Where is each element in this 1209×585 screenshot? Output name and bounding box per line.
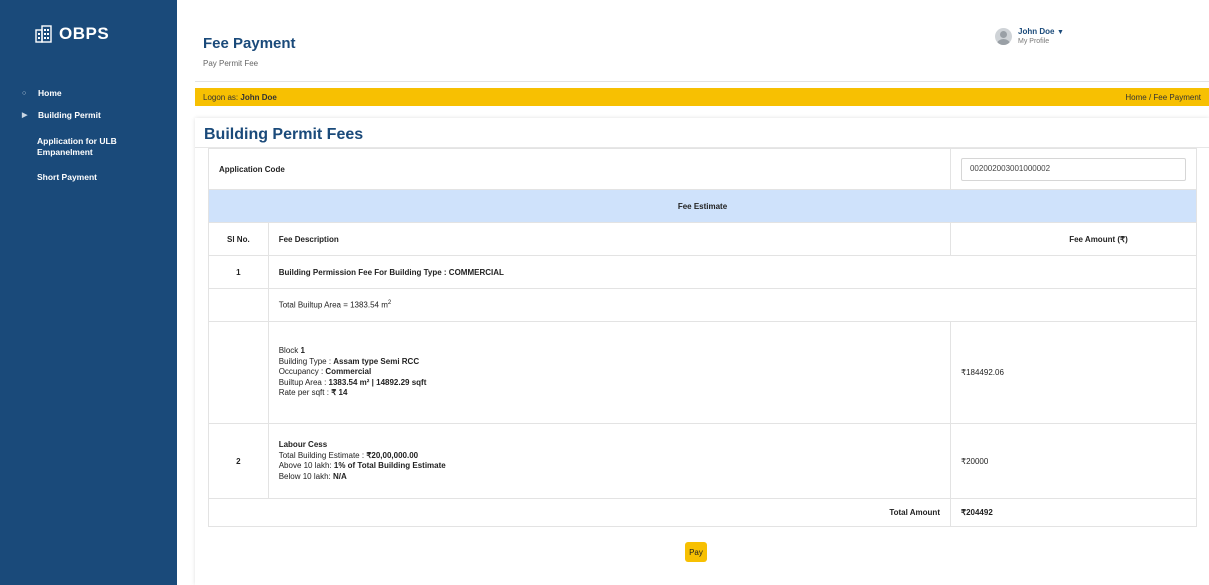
labour-cess-title: Labour Cess xyxy=(278,440,328,449)
builtup-value: 1383.54 m² | 14892.29 sqft xyxy=(328,377,427,387)
block-number: 1 xyxy=(300,346,305,356)
row-sl: 1 xyxy=(208,255,269,289)
logon-user: John Doe xyxy=(240,92,277,102)
rate-label: Rate per sqft : xyxy=(278,388,329,398)
block-label: Block xyxy=(278,346,299,356)
card-title: Building Permit Fees xyxy=(204,126,364,143)
caret-right-icon: ▶ xyxy=(22,112,28,119)
fees-card: Building Permit Fees Application Code 00… xyxy=(195,118,1209,585)
sidebar-item-building-permit[interactable]: ▶ Building Permit xyxy=(0,110,101,121)
row-title: Building Permission Fee For Building Typ… xyxy=(267,255,1198,289)
labour-cess-details: Labour Cess Total Building Estimate : ₹2… xyxy=(267,423,951,499)
avatar xyxy=(995,27,1012,45)
page-title: Fee Payment xyxy=(203,35,296,52)
total-value: ₹204492 xyxy=(949,498,1198,527)
sidebar-item-label: Short Payment xyxy=(37,172,97,182)
occupancy-value: Commercial xyxy=(325,367,372,377)
user-name: John Doe xyxy=(1018,27,1055,36)
logon-prefix: Logon as: xyxy=(203,92,239,102)
sidebar-item-label: Building Permit xyxy=(38,110,101,120)
row-sl: 2 xyxy=(208,423,269,499)
fee1-amount: ₹184492.06 xyxy=(949,321,1198,424)
rate-value: ₹ 14 xyxy=(331,388,348,398)
block-details: Block 1 Building Type : Assam type Semi … xyxy=(267,321,951,424)
building-type-value: Assam type Semi RCC xyxy=(333,356,420,366)
sidebar-item-label: Home xyxy=(38,88,62,98)
total-builtup-area: Total Builtup Area = 1383.54 m2 xyxy=(267,288,1198,322)
logo[interactable]: OBPS xyxy=(35,24,109,44)
header: Fee Payment Pay Permit Fee John Doe ▼ My… xyxy=(177,0,1209,82)
sidebar-item-short-payment[interactable]: Short Payment xyxy=(0,172,97,183)
fee2-amount: ₹20000 xyxy=(949,423,1198,499)
fees-table: Application Code 002002003001000002 Fee … xyxy=(208,148,1198,527)
above-label: Above 10 lakh: xyxy=(278,461,332,470)
total-row: Total Amount ₹204492 xyxy=(208,498,1198,527)
table-row: Total Builtup Area = 1383.54 m2 xyxy=(208,288,1198,322)
estimate-label: Total Building Estimate : xyxy=(278,450,365,460)
estimate-value: ₹20,00,000.00 xyxy=(366,450,419,460)
application-code-row: Application Code 002002003001000002 xyxy=(208,148,1198,190)
above-value: 1% of Total Building Estimate xyxy=(333,461,446,470)
occupancy-label: Occupancy : xyxy=(278,367,324,377)
sidebar-item-ulb-empanelment[interactable]: Application for ULB Empanelment xyxy=(0,136,137,158)
below-label: Below 10 lakh: xyxy=(278,471,331,481)
building-icon xyxy=(35,25,52,43)
circle-icon: ○ xyxy=(22,90,27,97)
header-divider xyxy=(195,81,1209,82)
fee-estimate-header: Fee Estimate xyxy=(208,189,1197,223)
breadcrumb[interactable]: Home / Fee Payment xyxy=(1125,93,1201,102)
col-header-amount: Fee Amount (₹) xyxy=(949,222,1198,256)
table-row: Block 1 Building Type : Assam type Semi … xyxy=(208,321,1198,424)
my-profile-link[interactable]: My Profile xyxy=(1018,37,1064,46)
user-profile-menu[interactable]: John Doe ▼ My Profile xyxy=(995,26,1064,46)
table-row: 1 Building Permission Fee For Building T… xyxy=(208,255,1198,289)
building-type-label: Building Type : xyxy=(278,356,332,366)
logo-text: OBPS xyxy=(59,24,110,43)
page-subtitle: Pay Permit Fee xyxy=(203,59,259,68)
area-superscript: 2 xyxy=(387,300,392,307)
caret-down-icon: ▼ xyxy=(1056,29,1064,36)
table-header-row: Sl No. Fee Description Fee Amount (₹) xyxy=(208,222,1198,256)
application-code-field[interactable]: 002002003001000002 xyxy=(960,157,1186,181)
sidebar: OBPS ○ Home ▶ Building Permit Applicatio… xyxy=(0,0,177,585)
fee-estimate-header-row: Fee Estimate xyxy=(208,189,1197,223)
logon-info: Logon as: John Doe xyxy=(203,93,277,102)
col-header-desc: Fee Description xyxy=(267,222,951,256)
logon-bar: Logon as: John Doe Home / Fee Payment xyxy=(195,88,1209,106)
sidebar-item-home[interactable]: ○ Home xyxy=(0,88,62,99)
area-text: Total Builtup Area = 1383.54 m xyxy=(278,300,388,310)
col-header-sl: Sl No. xyxy=(208,222,269,256)
table-row: 2 Labour Cess Total Building Estimate : … xyxy=(208,423,1198,499)
total-label: Total Amount xyxy=(208,498,951,527)
pay-button[interactable]: Pay xyxy=(685,542,707,562)
below-value: N/A xyxy=(332,471,347,481)
sidebar-item-label: Application for ULB Empanelment xyxy=(37,136,117,157)
builtup-label: Builtup Area : xyxy=(278,377,327,387)
application-code-label: Application Code xyxy=(208,148,951,190)
